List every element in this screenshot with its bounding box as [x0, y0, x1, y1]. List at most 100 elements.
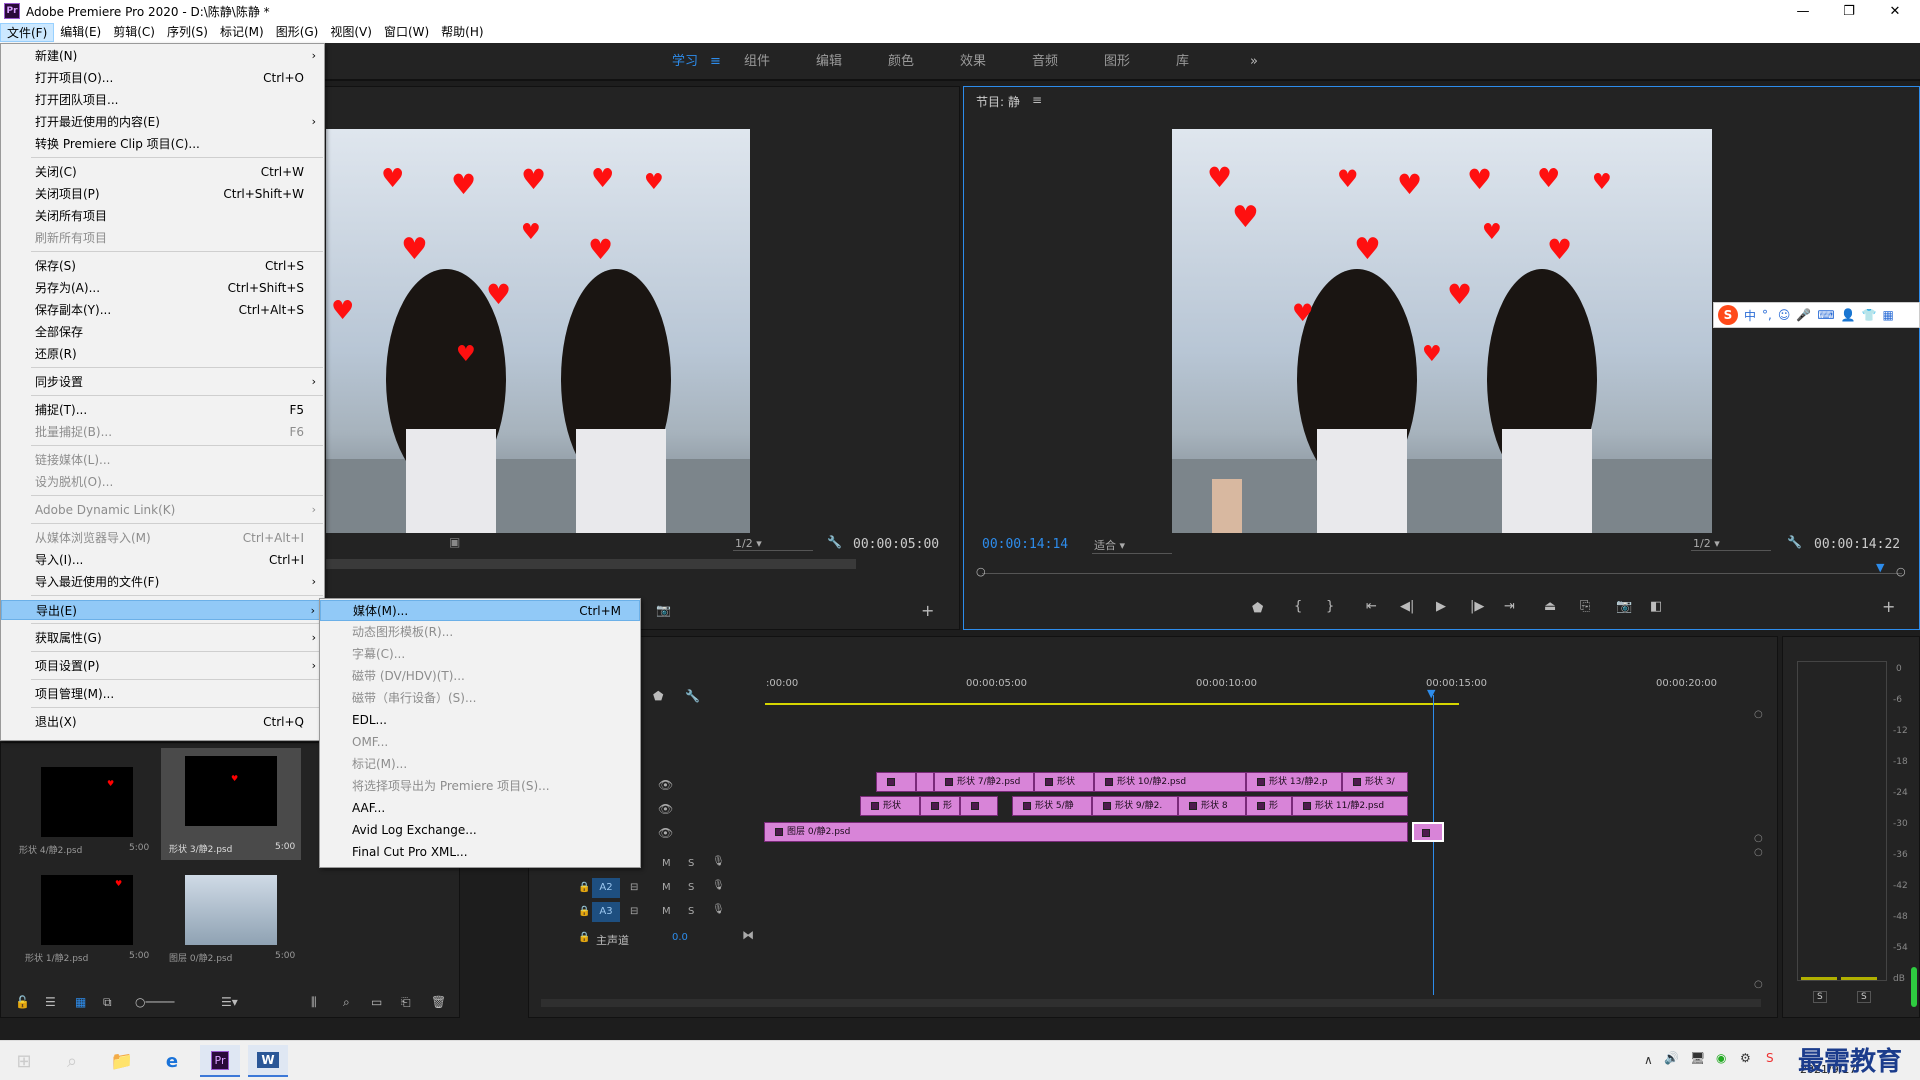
- timeline-clip-selected[interactable]: [1412, 822, 1444, 842]
- menu-window[interactable]: 窗口(W): [378, 23, 435, 42]
- close-icon[interactable]: ✕: [1872, 0, 1918, 22]
- file-menu-close-all[interactable]: 关闭所有项目: [1, 206, 324, 226]
- workspace-tab-color[interactable]: 颜色: [888, 43, 914, 81]
- export-frame-icon[interactable]: 📷: [1616, 599, 1632, 614]
- workspace-tab-assembly[interactable]: 组件: [744, 43, 770, 81]
- work-area-bar[interactable]: [765, 703, 1459, 705]
- eye-icon[interactable]: 👁: [658, 802, 673, 816]
- scroll-handle-icon[interactable]: ○: [1754, 979, 1763, 990]
- meter-solo-right-button[interactable]: S: [1857, 991, 1871, 1003]
- timeline-clip[interactable]: 形: [1246, 796, 1292, 816]
- program-fit-dropdown[interactable]: 适合 ▾: [1092, 537, 1172, 554]
- maximize-icon[interactable]: ❐: [1826, 0, 1872, 22]
- track-solo-button[interactable]: S: [688, 906, 694, 917]
- file-menu-save-copy[interactable]: 保存副本(Y)... Ctrl+Alt+S: [1, 300, 324, 320]
- bin-item-selected[interactable]: ♥ 形状 3/静2.psd 5:00: [161, 748, 301, 860]
- step-back-icon[interactable]: ◀|: [1400, 599, 1414, 614]
- eye-icon[interactable]: 👁: [658, 826, 673, 840]
- program-add-button-icon[interactable]: +: [1882, 597, 1895, 616]
- menu-clip[interactable]: 剪辑(C): [107, 23, 161, 42]
- track-target-a2[interactable]: A2: [592, 878, 620, 898]
- timeline-clip[interactable]: 形状 11/静2.psd: [1292, 796, 1408, 816]
- bin-item[interactable]: ♥ 形状 1/静2.psd 5:00: [19, 867, 149, 973]
- track-lock-icon[interactable]: 🔒: [578, 882, 590, 893]
- edge-browser-icon[interactable]: e: [152, 1045, 192, 1077]
- file-menu-new[interactable]: 新建(N) ›: [1, 46, 324, 66]
- program-monitor-title[interactable]: 节目: 静: [976, 93, 1020, 110]
- menu-edit[interactable]: 编辑(E): [54, 23, 107, 42]
- ime-chinese-mode[interactable]: 中: [1744, 307, 1756, 324]
- program-scrub-start-icon[interactable]: ○: [976, 565, 986, 578]
- trash-icon[interactable]: 🗑: [431, 995, 446, 1009]
- program-scrub-end-icon[interactable]: ○: [1896, 565, 1906, 578]
- timeline-clip[interactable]: [960, 796, 998, 816]
- extract-icon[interactable]: ⎘: [1580, 599, 1590, 614]
- ime-voice-icon[interactable]: 🎤: [1796, 308, 1811, 322]
- ime-toolbox-icon[interactable]: ▦: [1883, 308, 1894, 322]
- lift-icon[interactable]: ⏏: [1544, 599, 1556, 614]
- new-bin-icon[interactable]: ▭: [371, 995, 382, 1009]
- track-solo-button[interactable]: S: [688, 858, 694, 869]
- program-playhead-icon[interactable]: ▼: [1876, 561, 1884, 574]
- sync-lock-icon[interactable]: ⊟: [630, 882, 638, 893]
- windows-start-icon[interactable]: ⊞: [4, 1045, 44, 1077]
- eye-icon[interactable]: 👁: [658, 778, 673, 792]
- program-zoom-dropdown[interactable]: 1/2 ▾: [1691, 537, 1771, 551]
- timeline-clip[interactable]: [916, 772, 934, 792]
- file-explorer-icon[interactable]: 📁: [102, 1045, 142, 1077]
- go-to-in-icon[interactable]: ⇤: [1366, 599, 1377, 614]
- tray-chevron-icon[interactable]: ∧: [1644, 1053, 1653, 1067]
- program-current-time[interactable]: 00:00:14:14: [982, 537, 1068, 552]
- volume-icon[interactable]: 🔊: [1664, 1051, 1679, 1065]
- file-menu-open-team-project[interactable]: 打开团队项目...: [1, 90, 324, 110]
- voice-over-mic-icon[interactable]: 🎙: [712, 880, 725, 891]
- meter-scroll[interactable]: [1911, 967, 1917, 1007]
- timeline-clip[interactable]: 形状: [860, 796, 920, 816]
- bin-item[interactable]: 图层 0/静2.psd 5:00: [161, 867, 301, 973]
- file-menu-import[interactable]: 导入(I)... Ctrl+I: [1, 550, 324, 570]
- list-view-icon[interactable]: ☰: [45, 995, 56, 1009]
- file-menu-revert[interactable]: 还原(R): [1, 344, 324, 364]
- bin-item[interactable]: ♥ 形状 4/静2.psd 5:00: [19, 753, 149, 859]
- track-lock-icon[interactable]: 🔒: [578, 932, 590, 943]
- voice-over-mic-icon[interactable]: 🎙: [712, 856, 725, 867]
- program-panel-menu-icon[interactable]: ≡: [1032, 93, 1042, 107]
- timeline-clip[interactable]: [876, 772, 916, 792]
- program-scrubber[interactable]: [982, 573, 1902, 574]
- file-menu-project-manager[interactable]: 项目管理(M)...: [1, 684, 324, 704]
- file-menu-convert-clip[interactable]: 转换 Premiere Clip 项目(C)...: [1, 134, 324, 154]
- file-menu-save-as[interactable]: 另存为(A)... Ctrl+Shift+S: [1, 278, 324, 298]
- track-solo-button[interactable]: S: [688, 882, 694, 893]
- scroll-handle-icon[interactable]: ○: [1754, 833, 1763, 844]
- zoom-slider[interactable]: ○────: [135, 995, 174, 1009]
- timeline-clip[interactable]: 形状 8: [1178, 796, 1246, 816]
- timeline-clip[interactable]: 形: [920, 796, 960, 816]
- workspace-more-icon[interactable]: »: [1250, 43, 1258, 81]
- add-marker-icon[interactable]: ⬟: [1252, 601, 1263, 616]
- track-lock-icon[interactable]: 🔒: [578, 906, 590, 917]
- scroll-handle-icon[interactable]: ○: [1754, 709, 1763, 720]
- export-edl[interactable]: EDL...: [320, 710, 640, 731]
- network-icon[interactable]: 🖥: [1690, 1051, 1705, 1065]
- automate-icon[interactable]: ⫼: [311, 995, 317, 1010]
- timeline-clip[interactable]: 形状: [1034, 772, 1094, 792]
- sort-icon[interactable]: ☰▾: [221, 995, 238, 1009]
- master-volume-value[interactable]: 0.0: [672, 932, 688, 943]
- sync-lock-icon[interactable]: ⊟: [630, 906, 638, 917]
- workspace-tab-learn[interactable]: 学习: [672, 43, 698, 81]
- file-menu-open-recent[interactable]: 打开最近使用的内容(E) ›: [1, 112, 324, 132]
- ime-keyboard-icon[interactable]: ⌨: [1817, 308, 1834, 322]
- track-mute-button[interactable]: M: [662, 858, 671, 869]
- timeline-clip[interactable]: 形状 9/静2.: [1092, 796, 1178, 816]
- file-menu-export[interactable]: 导出(E) ›: [1, 600, 324, 620]
- ime-skin-icon[interactable]: 👕: [1862, 308, 1877, 322]
- export-aaf[interactable]: AAF...: [320, 798, 640, 819]
- source-zoom-dropdown[interactable]: 1/2 ▾: [733, 537, 813, 551]
- lock-icon[interactable]: 🔓: [15, 995, 30, 1009]
- timeline-clip[interactable]: 形状 3/: [1342, 772, 1408, 792]
- file-menu-close[interactable]: 关闭(C) Ctrl+W: [1, 162, 324, 182]
- menu-view[interactable]: 视图(V): [324, 23, 378, 42]
- minimize-icon[interactable]: —: [1780, 0, 1826, 22]
- source-settings-wrench-icon[interactable]: 🔧: [827, 535, 842, 549]
- program-settings-wrench-icon[interactable]: 🔧: [1787, 535, 1802, 549]
